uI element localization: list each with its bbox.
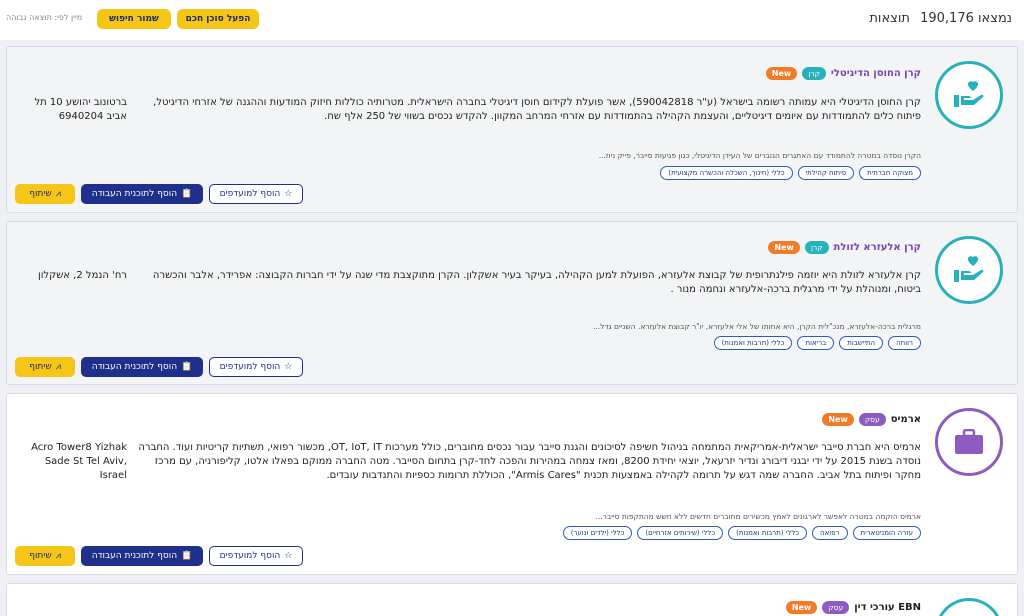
share-icon: ⩘	[55, 189, 61, 199]
category-chip[interactable]: פיתוח קהילתי	[797, 166, 855, 180]
category-chips: עזרה הומניטארית רפואה כללי (תרבות ואמנות…	[562, 526, 921, 540]
share-button[interactable]: ⩘ שיתוף	[15, 357, 75, 377]
category-chips: מצוקה חברתית פיתוח קהילתי כללי (חינוך, ה…	[660, 166, 921, 180]
card-actions: ☆ הוסף למועדפים 📋 הוסף לתוכנית העבודה ⩘ שית…	[15, 546, 303, 566]
card-description: קרן החוסן הדיגיטלי היא עמותה רשומה בישרא…	[153, 97, 921, 122]
card-address: ברטונוב יהושע 10 תל אביב 6940204	[34, 97, 127, 122]
card-title[interactable]: ארמיס	[891, 414, 921, 425]
card-title[interactable]: קרן החוסן הדיגיטלי	[831, 68, 921, 79]
add-to-favorites-button[interactable]: ☆ הוסף למועדפים	[209, 357, 303, 377]
card-actions: ☆ הוסף למועדפים 📋 הוסף לתוכנית העבודה ⩘ שית…	[15, 357, 303, 377]
result-card: קרן אלעזרא לזולת קרן New קרן אלעזרא לזול…	[6, 221, 1018, 385]
org-avatar	[935, 236, 1003, 304]
star-icon: ☆	[284, 551, 293, 561]
new-badge: New	[822, 413, 854, 426]
card-title-row: EBN עורכי דין עסק New	[785, 601, 921, 614]
results-header: נמצאו 190,176 תוצאות הפעל סוכן חכם שמור …	[0, 0, 1024, 40]
category-chip[interactable]: רווחה	[888, 336, 921, 350]
category-chip[interactable]: כללי (שירותים אזרחיים)	[637, 526, 724, 540]
card-title[interactable]: קרן אלעזרא לזולת	[834, 242, 921, 253]
type-tag: עסק	[858, 413, 886, 426]
add-to-plan-button[interactable]: 📋 הוסף לתוכנית העבודה	[81, 184, 203, 204]
category-chips: רווחה התיישבות בריאות כללי (תרבות ואמנות…	[713, 336, 921, 350]
share-icon: ⩘	[55, 362, 61, 372]
category-chip[interactable]: בריאות	[797, 336, 835, 350]
category-chip[interactable]: מצוקה חברתית	[859, 166, 921, 180]
card-title-row: קרן החוסן הדיגיטלי קרן New	[765, 67, 921, 80]
category-chip[interactable]: כללי (חינוך, השכלה והכשרה מקצועית)	[660, 166, 793, 180]
clipboard-icon: 📋	[181, 189, 193, 199]
add-to-plan-button[interactable]: 📋 הוסף לתוכנית העבודה	[81, 357, 203, 377]
card-description: ארמיס היא חברת סייבר ישראלית-אמריקאית המ…	[138, 442, 921, 481]
add-to-favorites-button[interactable]: ☆ הוסף למועדפים	[209, 184, 303, 204]
results-count: נמצאו 190,176 תוצאות	[869, 11, 1012, 26]
category-chip[interactable]: כללי (ילדים ונוער)	[562, 526, 633, 540]
share-button[interactable]: ⩘ שיתוף	[15, 184, 75, 204]
star-icon: ☆	[284, 362, 293, 372]
card-address: Acro Tower8 Yizhak Sade St Tel Aviv, Isr…	[31, 442, 127, 481]
org-avatar	[935, 598, 1003, 616]
card-title-row: ארמיס עסק New	[822, 413, 921, 426]
result-card: קרן החוסן הדיגיטלי קרן New קרן החוסן הדי…	[6, 46, 1018, 213]
result-card: EBN עורכי דין עסק New	[6, 583, 1018, 616]
star-icon: ☆	[284, 189, 293, 199]
share-icon: ⩘	[55, 551, 61, 561]
results-number: 190,176	[920, 11, 974, 26]
category-chip[interactable]: כללי (תרבות ואמנות)	[713, 336, 793, 350]
org-avatar	[935, 61, 1003, 129]
smart-agent-button[interactable]: הפעל סוכן חכם	[177, 9, 259, 29]
category-chip[interactable]: עזרה הומניטארית	[852, 526, 921, 540]
sort-label[interactable]: מיין לפי: תוצאה גבוהה	[6, 13, 82, 22]
card-address: רח' הנמל 2, אשקלון	[37, 270, 127, 281]
new-badge: New	[785, 601, 818, 614]
add-to-favorites-button[interactable]: ☆ הוסף למועדפים	[209, 546, 303, 566]
card-summary: מרגלית ברכה-אלעזרא, מנכ"לית הקרן, היא אח…	[593, 322, 921, 331]
save-search-button[interactable]: שמור חיפוש	[97, 9, 171, 29]
new-badge: New	[765, 67, 798, 80]
result-card: ארמיס עסק New ארמיס היא חברת סייבר ישראל…	[6, 393, 1018, 575]
hand-heart-icon	[954, 81, 984, 107]
add-to-plan-button[interactable]: 📋 הוסף לתוכנית העבודה	[81, 546, 203, 566]
briefcase-icon	[955, 429, 983, 454]
type-tag: קרן	[804, 241, 829, 254]
card-summary: הקרן נוסדה במטרה להתמודד עם האתגרים הגוב…	[598, 151, 921, 160]
card-actions: ☆ הוסף למועדפים 📋 הוסף לתוכנית העבודה ⩘ שית…	[15, 184, 303, 204]
category-chip[interactable]: התיישבות	[839, 336, 884, 350]
category-chip[interactable]: כללי (תרבות ואמנות)	[728, 526, 808, 540]
category-chip[interactable]: רפואה	[812, 526, 848, 540]
type-tag: עסק	[822, 601, 850, 614]
card-summary: ארמיס הוקמה במטרה לאפשר לארגונים לאמץ מכ…	[595, 512, 921, 521]
hand-heart-icon	[954, 256, 984, 282]
results-label: נמצאו	[978, 11, 1012, 26]
new-badge: New	[768, 241, 800, 254]
clipboard-icon: 📋	[181, 551, 193, 561]
results-unit: תוצאות	[869, 11, 910, 26]
org-avatar	[935, 408, 1003, 476]
card-title-row: קרן אלעזרא לזולת קרן New	[768, 241, 921, 254]
type-tag: קרן	[802, 67, 826, 80]
clipboard-icon: 📋	[181, 362, 193, 372]
card-description: קרן אלעזרא לזולת היא יוזמה פילנתרופית של…	[152, 270, 921, 295]
card-title[interactable]: EBN עורכי דין	[854, 602, 921, 613]
share-button[interactable]: ⩘ שיתוף	[15, 546, 75, 566]
